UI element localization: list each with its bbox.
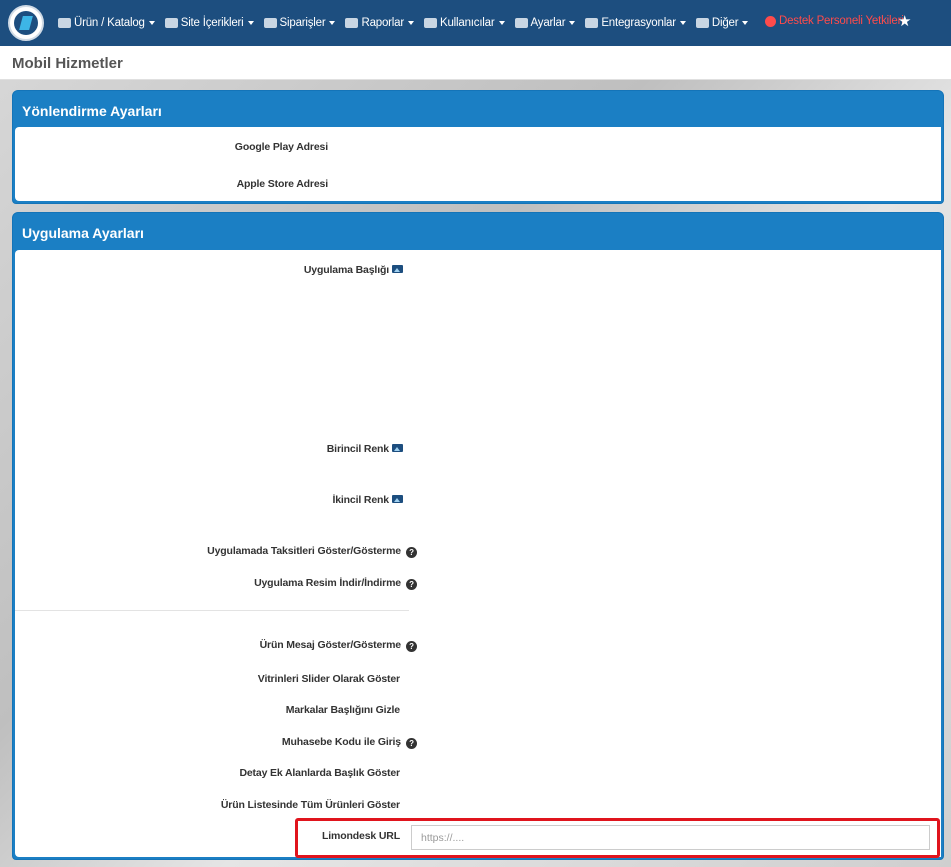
caret-down-icon — [247, 21, 254, 25]
google-play-label: Google Play Adresi — [234, 141, 328, 153]
image-icon[interactable] — [392, 444, 403, 452]
nav-label: Siparişler — [279, 17, 326, 29]
apple-store-label: Apple Store Adresi — [236, 178, 329, 190]
nav-item-settings[interactable]: Ayarlar — [514, 17, 576, 29]
panel-title: Yönlendirme Ayarları — [22, 103, 162, 119]
caret-down-icon — [742, 21, 749, 25]
page-title: Mobil Hizmetler — [12, 55, 123, 72]
product-message-label: Ürün Mesaj Göster/Gösterme? — [260, 639, 417, 652]
nav-label: Diğer — [711, 17, 739, 29]
users-icon — [424, 18, 437, 28]
all-products-label: Ürün Listesinde Tüm Ürünleri Göster — [220, 799, 400, 811]
slider-label: Vitrinleri Slider Olarak Göster — [257, 673, 400, 685]
panel-body: Uygulama Başlığı Birincil Renk İkincil R… — [15, 250, 941, 857]
caret-down-icon — [498, 21, 505, 25]
cubes-icon — [58, 18, 71, 28]
caret-down-icon — [679, 21, 686, 25]
truck-icon — [263, 18, 277, 28]
caret-down-icon — [569, 21, 576, 25]
accounting-code-label: Muhasebe Kodu ile Giriş? — [282, 736, 417, 749]
nav-label: Site İçerikleri — [180, 17, 244, 29]
secondary-color-label: İkincil Renk — [332, 494, 403, 506]
akinsoft-logo[interactable] — [8, 5, 44, 41]
label-text: Muhasebe Kodu ile Giriş — [281, 736, 401, 748]
nav-label: Entegrasyonlar — [601, 17, 676, 29]
nav-label: Raporlar — [361, 17, 404, 29]
nav-item-users[interactable]: Kullanıcılar — [424, 17, 505, 29]
primary-color-label: Birincil Renk — [327, 443, 403, 455]
installments-label: Uygulamada Taksitleri Göster/Gösterme? — [207, 545, 417, 558]
panel-title: Uygulama Ayarları — [22, 225, 144, 241]
label-text: Birincil Renk — [326, 443, 389, 455]
logo-mark-icon — [14, 11, 38, 35]
caret-down-icon — [408, 21, 414, 25]
image-download-label: Uygulama Resim İndir/İndirme? — [254, 577, 417, 590]
star-icon[interactable]: ★ — [898, 12, 911, 30]
question-circle-icon[interactable]: ? — [406, 547, 417, 558]
nav-item-site-contents[interactable]: Site İçerikleri — [164, 17, 254, 29]
limondesk-url-input[interactable] — [411, 825, 930, 850]
app-title-label: Uygulama Başlığı — [304, 264, 403, 276]
cogs-icon — [514, 18, 528, 28]
caret-down-icon — [148, 21, 155, 25]
question-circle-icon[interactable]: ? — [406, 579, 417, 590]
panel-body: Google Play Adresi Apple Store Adresi — [15, 127, 941, 201]
nav-label: Kullanıcılar — [440, 17, 495, 29]
nav-item-orders[interactable]: Siparişler — [263, 17, 336, 29]
app-settings-panel: Uygulama Ayarları Uygulama Başlığı Birin… — [12, 212, 944, 860]
redirect-settings-panel: Yönlendirme Ayarları Google Play Adresi … — [12, 90, 944, 204]
page-title-bar: Mobil Hizmetler — [0, 46, 951, 80]
label-text: Ürün Mesaj Göster/Gösterme — [259, 639, 402, 651]
nav-item-other[interactable]: Diğer — [695, 17, 749, 29]
image-icon[interactable] — [392, 495, 403, 503]
label-text: Uygulama Başlığı — [303, 264, 389, 276]
detail-fields-label: Detay Ek Alanlarda Başlık Göster — [239, 767, 400, 779]
image-icon[interactable] — [392, 265, 403, 273]
question-circle-icon[interactable]: ? — [406, 738, 417, 749]
brands-title-label: Markalar Başlığını Gizle — [285, 704, 400, 716]
top-navbar: Ürün / Katalog Site İçerikleri Siparişle… — [0, 0, 951, 46]
user-circle-icon — [765, 15, 776, 27]
support-permissions-link[interactable]: Destek Personeli Yetkileri — [765, 15, 904, 27]
caret-down-icon — [329, 21, 336, 25]
question-circle-icon[interactable]: ? — [406, 641, 417, 652]
nav-item-reports[interactable]: Raporlar — [345, 17, 414, 29]
label-text: Uygulamada Taksitleri Göster/Gösterme — [207, 545, 401, 557]
nav-label: Ayarlar — [530, 17, 566, 29]
nav-item-integrations[interactable]: Entegrasyonlar — [585, 17, 686, 29]
support-label: Destek Personeli Yetkileri — [779, 15, 904, 27]
label-text: İkincil Renk — [332, 494, 389, 506]
calendar-icon — [695, 18, 709, 28]
section-divider — [15, 610, 409, 611]
label-text: Uygulama Resim İndir/İndirme — [254, 577, 401, 589]
files-icon — [164, 18, 178, 28]
report-icon — [345, 18, 359, 28]
nav-item-product-catalog[interactable]: Ürün / Katalog — [58, 17, 155, 29]
nav-label: Ürün / Katalog — [74, 17, 145, 29]
sitemap-icon — [585, 18, 599, 28]
